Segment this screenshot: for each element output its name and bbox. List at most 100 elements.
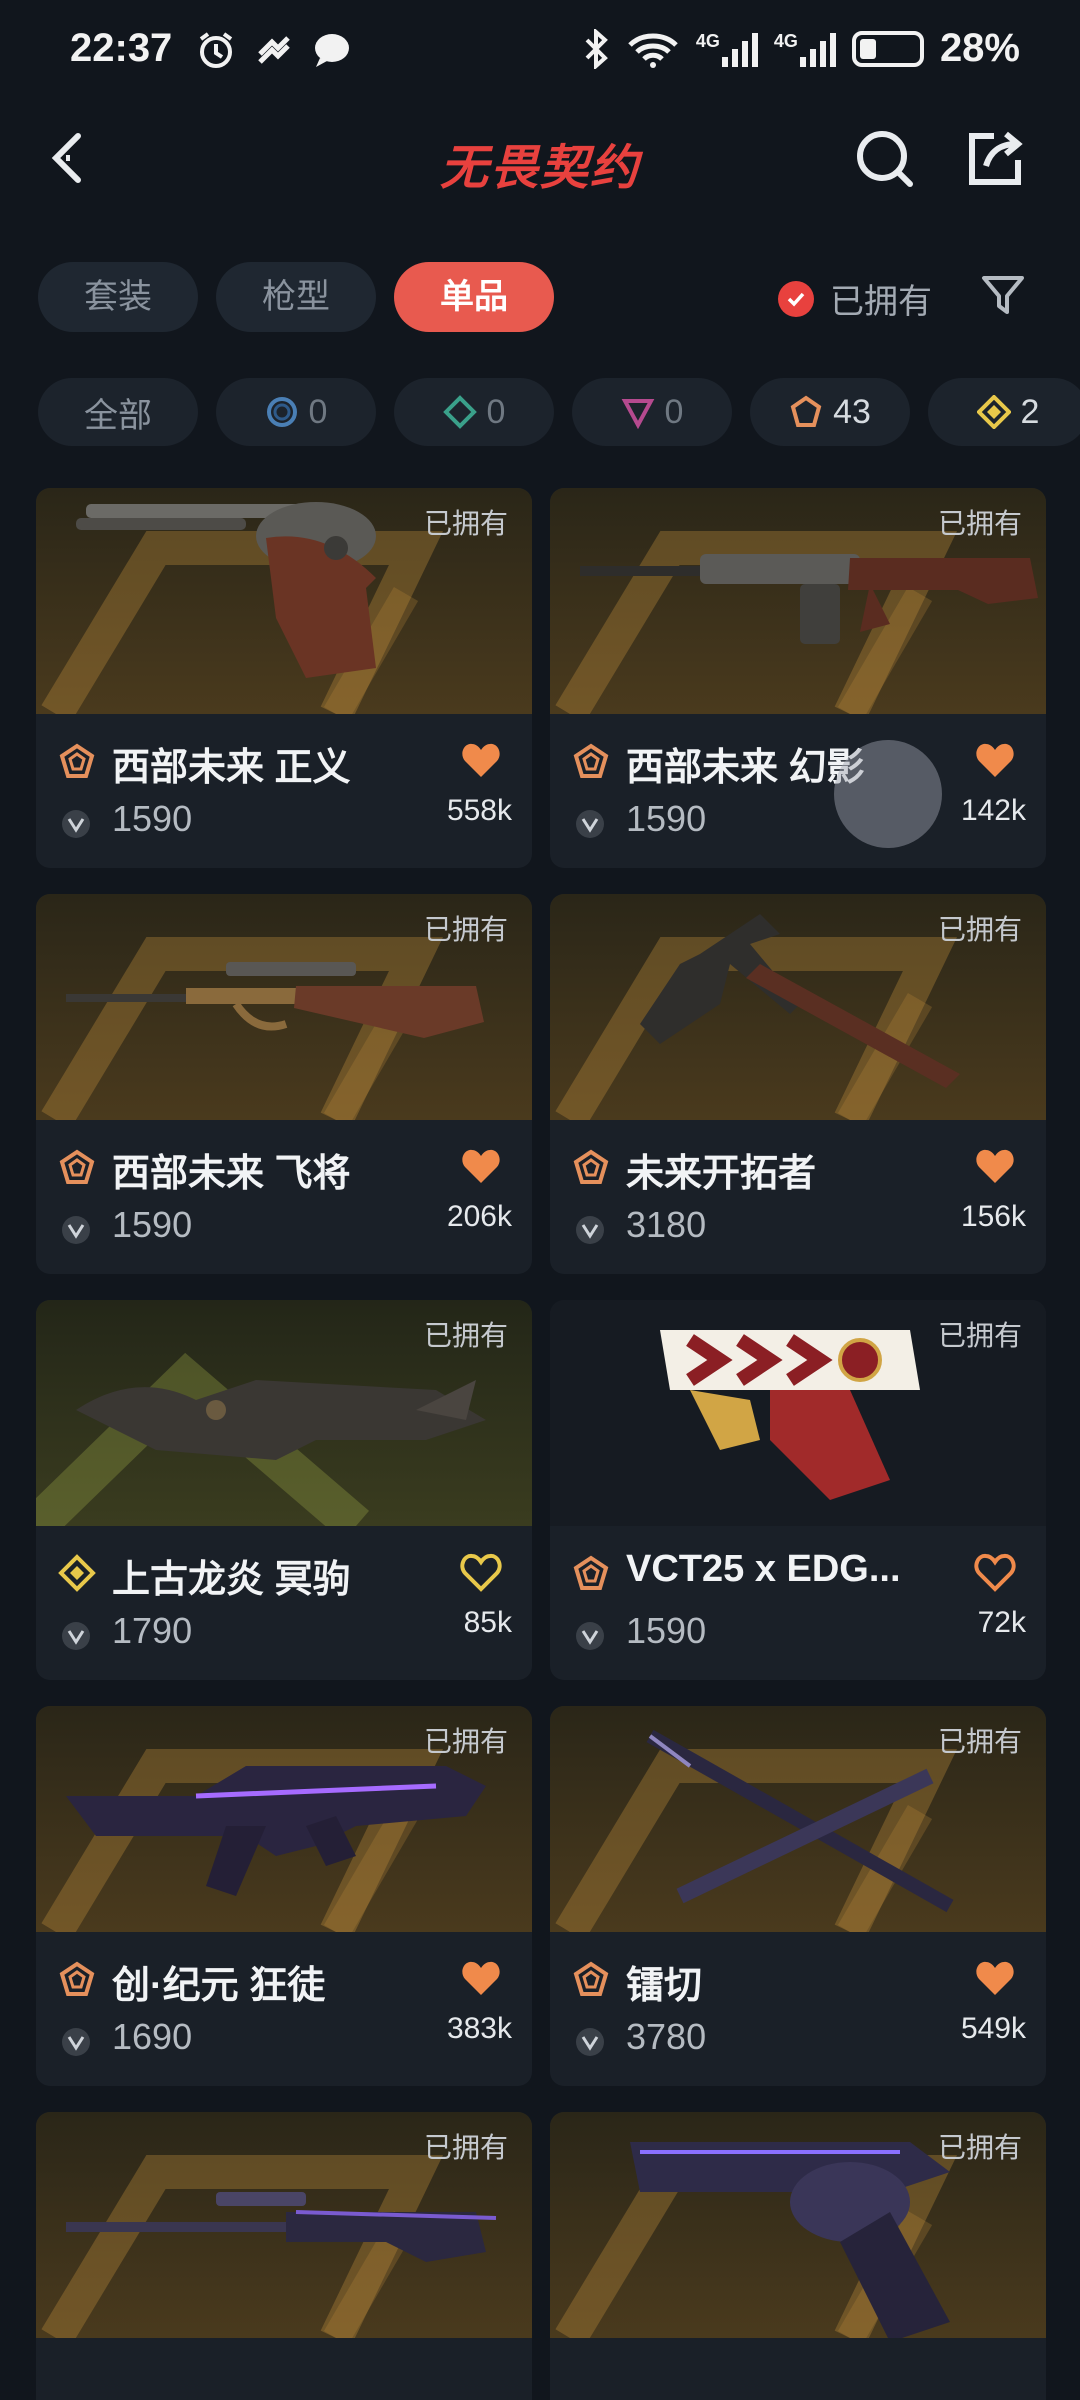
rarity-filter-chips: 全部 0 0 0 43 2 [38,378,1080,446]
like-heart-icon[interactable] [460,1146,502,1186]
item-name: 西部未来 正义 [112,747,351,789]
exclusive-tier-icon [573,743,609,778]
valorant-points-icon [576,1216,604,1244]
valorant-points-icon [576,2028,604,2056]
filter-icon[interactable] [978,270,1028,320]
like-heart-outline-icon[interactable] [974,1552,1016,1592]
valorant-points-icon [62,1216,90,1244]
category-tabs: 套装 枪型 单品 [38,262,554,332]
alarm-icon [199,32,233,68]
owned-tag: 已拥有 [423,1320,508,1351]
touch-indicator [834,740,942,848]
item-card[interactable]: 已拥有创·纪元 狂徒 1690 383k [36,1706,532,2086]
tab-weapon-type[interactable]: 枪型 [216,262,376,332]
chip-all[interactable]: 全部 [38,378,198,446]
signal-4g-2: 4G [774,31,836,67]
status-system-icons: 4G 4G 28% [584,26,1020,71]
item-name: 西部未来 幻影 [626,747,865,789]
bluetooth-icon [585,28,608,69]
check-icon [778,280,814,317]
like-heart-icon[interactable] [460,1958,502,1998]
battery-percent: 28% [939,26,1020,70]
item-image: 已拥有 [36,488,532,714]
like-count: 156k [960,1200,1026,1233]
owned-tag: 已拥有 [937,508,1022,539]
item-name: 创·纪元 狂徒 [112,1965,326,2007]
status-notification-icons [196,30,352,70]
exclusive-tier-icon [573,1961,609,1996]
chip-premium[interactable]: 0 [572,378,732,446]
ultra-tier-icon [58,1554,96,1592]
owned-filter-toggle[interactable]: 已拥有 [778,274,932,323]
network-type-1: 4G [695,30,720,51]
deluxe-tier-icon [442,395,477,429]
owned-tag: 已拥有 [423,2132,508,2163]
item-name: 西部未来 飞将 [112,1153,351,1195]
item-price: 1690 [112,2016,193,2057]
item-card[interactable]: 已拥有上古龙炎 冥驹 1790 85k [36,1300,532,1680]
owned-filter-label: 已拥有 [830,283,932,321]
item-price: 1590 [626,1610,707,1651]
share-icon[interactable] [960,124,1030,194]
exclusive-tier-icon [59,743,95,778]
select-tier-icon [266,397,297,427]
chip-premium-count: 0 [664,392,684,431]
item-card[interactable]: 已拥有 未来开拓者 3180 156k [550,894,1046,1274]
item-card[interactable]: 已拥有 [550,2112,1046,2400]
item-name: 镭切 [626,1965,703,2007]
item-card[interactable]: 已拥有 西部未来 正义 1590 558k [36,488,532,868]
item-image: 已拥有 [550,2112,1046,2338]
status-time: 22:37 [70,26,173,70]
like-heart-icon[interactable] [974,740,1016,780]
item-name: 上古龙炎 冥驹 [112,1559,351,1601]
item-card[interactable]: 已拥有 [36,2112,532,2400]
exclusive-tier-icon [790,395,822,427]
wifi-icon [628,33,678,68]
tab-single-item[interactable]: 单品 [394,262,554,332]
item-card[interactable]: 已拥有西部未来 幻影 1590 142k [550,488,1046,868]
like-heart-outline-icon[interactable] [460,1552,502,1592]
network-type-2: 4G [773,30,798,51]
item-image: 已拥有 [36,1706,532,1932]
owned-tag: 已拥有 [423,1726,508,1757]
app-notification-icon [258,36,290,64]
like-heart-icon[interactable] [974,1958,1016,1998]
valorant-points-icon [62,2028,90,2056]
like-count: 549k [960,2012,1026,2045]
tab-set[interactable]: 套装 [38,262,198,332]
search-icon[interactable] [850,124,920,194]
signal-bars-1-icon [721,31,758,67]
item-image: 已拥有 [550,894,1046,1120]
chip-select-count: 0 [308,392,328,431]
like-heart-icon[interactable] [460,740,502,780]
premium-tier-icon [621,399,654,429]
item-price: 1790 [112,1610,193,1651]
signal-4g-1: 4G [696,31,758,67]
item-info: 镭切 3780 549k [550,1932,1046,2086]
app-header: 无畏契约 [0,110,1080,210]
like-count: 383k [446,2012,512,2045]
chip-ultra[interactable]: 2 [928,378,1080,446]
like-count: 72k [977,1606,1026,1639]
item-image: 已拥有 [36,1300,532,1526]
item-price: 1590 [112,1204,193,1245]
like-count: 142k [960,794,1026,827]
chip-exclusive-count: 43 [833,392,871,431]
item-info [550,2338,1046,2400]
owned-tag: 已拥有 [937,1320,1022,1351]
chip-select[interactable]: 0 [216,378,376,446]
item-price: 1590 [112,798,193,839]
item-name: VCT25 x EDG... [626,1548,901,1590]
item-image: 已拥有 [36,894,532,1120]
item-card[interactable]: 已拥有 西部未来 飞将 1590 206k [36,894,532,1274]
exclusive-tier-icon [59,1149,95,1184]
owned-tag: 已拥有 [937,2132,1022,2163]
item-card[interactable]: 已拥有 VCT25 x EDG... 1590 72k [550,1300,1046,1680]
exclusive-tier-icon [59,1961,95,1996]
like-count: 85k [463,1606,512,1639]
like-heart-icon[interactable] [974,1146,1016,1186]
item-card[interactable]: 已拥有 镭切 3780 549k [550,1706,1046,2086]
chip-deluxe[interactable]: 0 [394,378,554,446]
item-price: 1590 [626,798,707,839]
chip-exclusive[interactable]: 43 [750,378,910,446]
